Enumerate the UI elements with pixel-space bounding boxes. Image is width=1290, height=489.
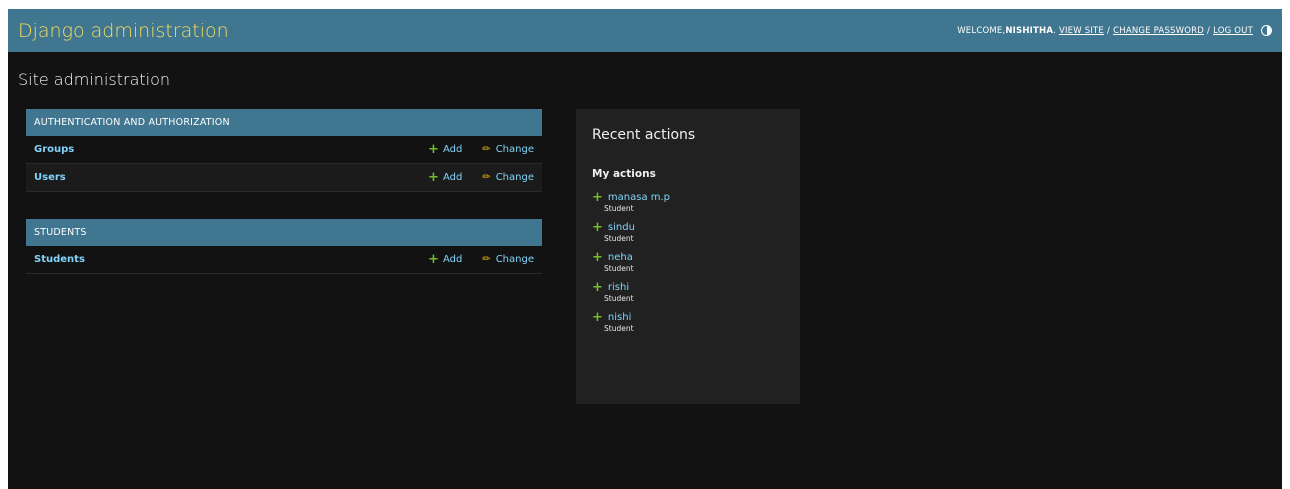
module-caption[interactable]: STUDENTS (26, 219, 542, 246)
log-out-link[interactable]: LOG OUT (1213, 26, 1253, 36)
action-link[interactable]: rishi (608, 282, 629, 293)
separator: / (1207, 25, 1211, 36)
pencil-icon: ✏ (482, 172, 491, 183)
plus-icon: + (592, 189, 603, 205)
view-site-link[interactable]: VIEW SITE (1059, 26, 1104, 36)
action-type: Student (604, 204, 634, 213)
action-type: Student (604, 294, 634, 303)
admin-frame: Django administration WELCOME, NISHITHA … (8, 9, 1282, 489)
change-label: Change (495, 254, 534, 265)
username: NISHITHA (1005, 25, 1054, 36)
add-button[interactable]: + Add (428, 169, 463, 185)
row-actions: + Add ✏ Change (408, 141, 534, 157)
change-label: Change (495, 144, 534, 155)
action-link[interactable]: nishi (608, 312, 631, 323)
theme-toggle-icon[interactable] (1261, 25, 1272, 36)
header: Django administration WELCOME, NISHITHA … (8, 9, 1282, 52)
add-label: Add (442, 144, 463, 155)
plus-icon: + (592, 219, 603, 235)
change-label: Change (495, 172, 534, 183)
action-type: Student (604, 324, 634, 333)
change-password-link[interactable]: CHANGE PASSWORD (1113, 26, 1204, 36)
plus-icon: + (428, 251, 439, 267)
action-item: + sindu Student (592, 219, 784, 244)
action-item: + manasa m.p Student (592, 189, 784, 214)
action-link[interactable]: manasa m.p (608, 192, 670, 203)
add-label: Add (442, 254, 463, 265)
action-link[interactable]: sindu (608, 222, 635, 233)
action-item: + rishi Student (592, 279, 784, 304)
model-link-students[interactable]: Students (34, 254, 85, 265)
model-row-groups: Groups + Add ✏ Change (26, 136, 542, 164)
add-label: Add (442, 172, 463, 183)
separator: / (1107, 25, 1111, 36)
welcome-prefix: WELCOME, (957, 25, 1006, 36)
page-title: Site administration (18, 70, 171, 89)
pencil-icon: ✏ (482, 254, 491, 265)
module-auth: AUTHENTICATION AND AUTHORIZATION Groups … (26, 109, 542, 192)
plus-icon: + (428, 169, 439, 185)
module-caption[interactable]: AUTHENTICATION AND AUTHORIZATION (26, 109, 542, 136)
plus-icon: + (592, 309, 603, 325)
module-students: STUDENTS Students + Add ✏ Change (26, 219, 542, 274)
model-row-students: Students + Add ✏ Change (26, 246, 542, 274)
action-item: + neha Student (592, 249, 784, 274)
plus-icon: + (592, 249, 603, 265)
plus-icon: + (428, 141, 439, 157)
model-row-users: Users + Add ✏ Change (26, 164, 542, 192)
row-actions: + Add ✏ Change (408, 251, 534, 267)
welcome-suffix: . (1053, 25, 1057, 36)
action-type: Student (604, 234, 634, 243)
change-button[interactable]: ✏ Change (482, 172, 534, 183)
site-brand[interactable]: Django administration (18, 20, 229, 42)
recent-actions-panel: Recent actions My actions + manasa m.p St… (576, 109, 800, 404)
user-tools: WELCOME, NISHITHA . VIEW SITE / CHANGE P… (957, 25, 1272, 36)
recent-actions-title: Recent actions (592, 127, 696, 143)
change-button[interactable]: ✏ Change (482, 144, 534, 155)
add-button[interactable]: + Add (428, 251, 463, 267)
plus-icon: + (592, 279, 603, 295)
pencil-icon: ✏ (482, 144, 491, 155)
model-link-groups[interactable]: Groups (34, 144, 74, 155)
row-actions: + Add ✏ Change (408, 169, 534, 185)
add-button[interactable]: + Add (428, 141, 463, 157)
action-type: Student (604, 264, 634, 273)
change-button[interactable]: ✏ Change (482, 254, 534, 265)
my-actions-title: My actions (592, 168, 656, 180)
action-link[interactable]: neha (608, 252, 633, 263)
model-link-users[interactable]: Users (34, 172, 66, 183)
action-item: + nishi Student (592, 309, 784, 334)
